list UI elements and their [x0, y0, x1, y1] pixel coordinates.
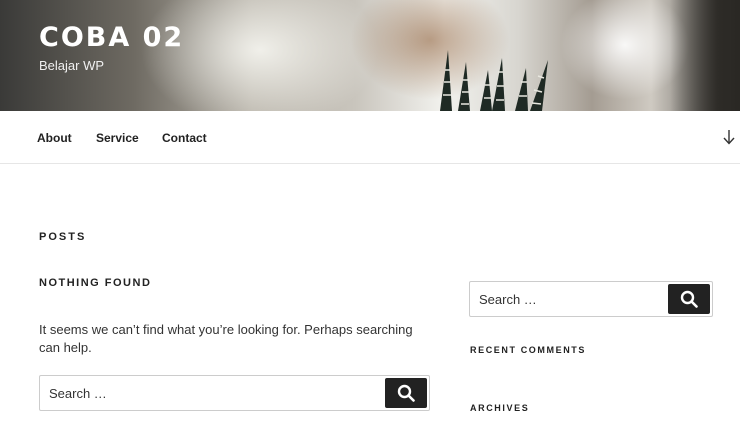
nav-item-about[interactable]: About: [37, 131, 72, 145]
search-input[interactable]: [40, 376, 380, 410]
site-header: COBA 02 Belajar WP: [0, 0, 740, 111]
sidebar-search-input[interactable]: [470, 282, 665, 316]
plant-image: [440, 50, 548, 111]
sidebar-search-button[interactable]: [668, 284, 710, 314]
site-description: Belajar WP: [39, 58, 105, 73]
search-button[interactable]: [385, 378, 427, 408]
header-background-blur: [140, 0, 380, 111]
arrow-down-icon[interactable]: [722, 128, 736, 146]
no-results-message: It seems we can’t find what you’re looki…: [39, 322, 413, 355]
sidebar-search-form: [469, 281, 713, 317]
nav-item-service[interactable]: Service: [96, 131, 139, 145]
search-icon: [397, 384, 415, 402]
search-icon: [680, 290, 698, 308]
nothing-found-heading: NOTHING FOUND: [39, 277, 152, 289]
nav-item-contact[interactable]: Contact: [162, 131, 207, 145]
recent-comments-title: RECENT COMMENTS: [470, 345, 586, 355]
page-title: POSTS: [39, 231, 87, 243]
main-navigation: About Service Contact: [0, 111, 740, 164]
archives-title: ARCHIVES: [470, 403, 530, 413]
site-title[interactable]: COBA 02: [39, 22, 184, 53]
header-background-blur: [670, 0, 740, 111]
main-search-form: [39, 375, 430, 411]
